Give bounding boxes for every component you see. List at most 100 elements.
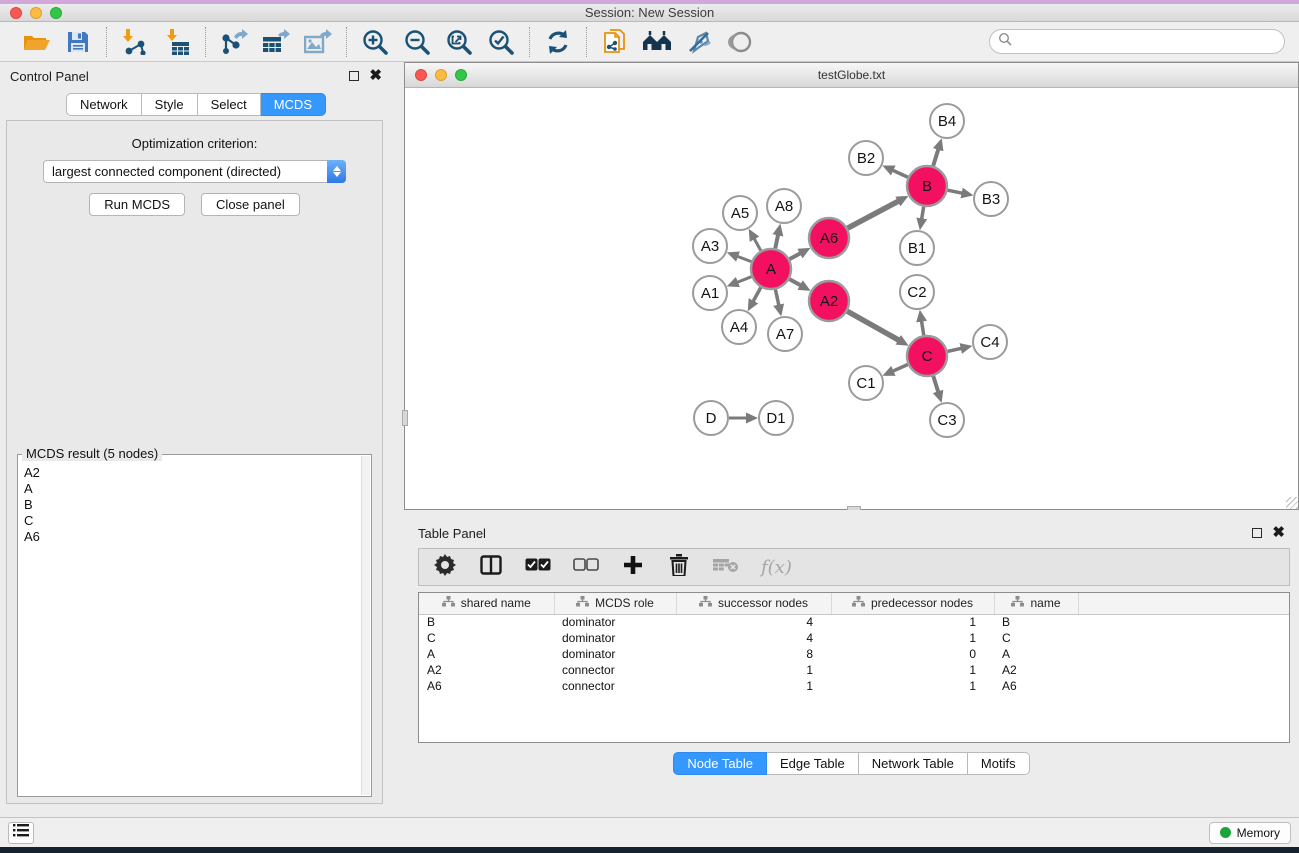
graph-edge-A6-B[interactable] [848, 201, 900, 229]
column-header-name[interactable]: name [994, 593, 1078, 614]
graph-node-C[interactable]: C [907, 336, 947, 376]
column-header-MCDS-role[interactable]: MCDS role [554, 593, 676, 614]
save-session-button[interactable] [60, 25, 96, 59]
graph-edge-A-A6[interactable] [790, 253, 802, 259]
graph-node-D[interactable]: D [694, 401, 728, 435]
table-row[interactable]: Bdominator41B [419, 614, 1289, 630]
panel-divider[interactable] [404, 510, 1299, 520]
graph-node-A3[interactable]: A3 [693, 229, 727, 263]
graph-edge-A-A2[interactable] [789, 279, 801, 286]
graph-edge-A2-C[interactable] [847, 311, 900, 341]
export-network-button[interactable] [216, 25, 252, 59]
delete-columns-button[interactable] [667, 552, 691, 582]
zoom-out-button[interactable] [399, 25, 435, 59]
graph-node-B1[interactable]: B1 [900, 231, 934, 265]
graph-node-D1[interactable]: D1 [759, 401, 793, 435]
graph-node-B[interactable]: B [907, 166, 947, 206]
graph-edge-C-C4[interactable] [947, 348, 962, 351]
graph-node-A8[interactable]: A8 [767, 189, 801, 223]
create-column-button[interactable] [621, 552, 645, 582]
select-all-columns-button[interactable] [525, 552, 551, 582]
close-panel-icon[interactable]: ✖ [369, 71, 382, 81]
network-close-button[interactable] [415, 69, 427, 81]
mcds-result-item[interactable]: A6 [22, 529, 361, 545]
window-edge-handle[interactable] [402, 410, 408, 426]
tab-motifs[interactable]: Motifs [968, 752, 1030, 775]
tab-select[interactable]: Select [198, 93, 261, 116]
table-row[interactable]: A6connector11A6 [419, 678, 1289, 694]
tab-edge-table[interactable]: Edge Table [767, 752, 859, 775]
graph-node-A1[interactable]: A1 [693, 276, 727, 310]
graph-node-A7[interactable]: A7 [768, 317, 802, 351]
import-table-button[interactable] [159, 25, 195, 59]
run-mcds-button[interactable]: Run MCDS [89, 193, 185, 216]
graph-node-C3[interactable]: C3 [930, 403, 964, 437]
close-window-button[interactable] [10, 7, 22, 19]
graph-edge-B-B2[interactable] [891, 170, 907, 178]
float-table-panel-icon[interactable] [1252, 528, 1262, 538]
graph-edge-C-C1[interactable] [892, 364, 908, 371]
graph-edge-A-A1[interactable] [736, 277, 751, 283]
network-canvas[interactable]: A A1 A2 A3 A4 A5 A6 A7 A8 B B1 B2 B3 B4 C C1 C2 C3 C4 D D1 [405, 89, 1298, 509]
first-neighbors-button[interactable] [639, 25, 675, 59]
table-row[interactable]: Adominator80A [419, 646, 1289, 662]
graph-node-A2[interactable]: A2 [809, 281, 849, 321]
mcds-result-item[interactable]: A2 [22, 465, 361, 481]
graph-node-A6[interactable]: A6 [809, 218, 849, 258]
graph-edge-B-B3[interactable] [948, 190, 964, 193]
graph-node-C2[interactable]: C2 [900, 275, 934, 309]
show-graphics-details-button[interactable] [723, 25, 759, 59]
zoom-selected-button[interactable] [483, 25, 519, 59]
show-column-button[interactable] [479, 552, 503, 582]
criterion-dropdown[interactable]: largest connected component (directed) [43, 160, 346, 183]
memory-button[interactable]: Memory [1209, 822, 1291, 844]
graph-node-A5[interactable]: A5 [723, 196, 757, 230]
column-header-predecessor-nodes[interactable]: predecessor nodes [831, 593, 994, 614]
graph-edge-A-A7[interactable] [775, 290, 779, 307]
table-row[interactable]: Cdominator41C [419, 630, 1289, 646]
graph-edge-B-B4[interactable] [933, 148, 939, 166]
graph-node-A4[interactable]: A4 [722, 310, 756, 344]
tab-style[interactable]: Style [142, 93, 198, 116]
show-panels-button[interactable] [8, 822, 34, 844]
new-network-from-selection-button[interactable] [597, 25, 633, 59]
graph-node-B2[interactable]: B2 [849, 141, 883, 175]
zoom-fit-button[interactable] [441, 25, 477, 59]
mcds-result-item[interactable]: C [22, 513, 361, 529]
zoom-window-button[interactable] [50, 7, 62, 19]
network-zoom-button[interactable] [455, 69, 467, 81]
tab-node-table[interactable]: Node Table [673, 752, 767, 775]
close-panel-button[interactable]: Close panel [201, 193, 300, 216]
table-row[interactable]: A2connector11A2 [419, 662, 1289, 678]
tab-mcds[interactable]: MCDS [261, 93, 326, 116]
graph-node-B3[interactable]: B3 [974, 182, 1008, 216]
mcds-result-item[interactable]: A [22, 481, 361, 497]
graph-node-A[interactable]: A [751, 249, 791, 289]
graph-edge-A-A3[interactable] [736, 256, 751, 262]
graph-node-B4[interactable]: B4 [930, 104, 964, 138]
export-table-button[interactable] [258, 25, 294, 59]
unselect-all-columns-button[interactable] [573, 552, 599, 582]
float-panel-icon[interactable] [349, 71, 359, 81]
column-header-successor-nodes[interactable]: successor nodes [676, 593, 831, 614]
annotation-mode-button[interactable] [681, 25, 717, 59]
graph-node-C4[interactable]: C4 [973, 325, 1007, 359]
graph-edge-A-A5[interactable] [754, 237, 761, 250]
export-image-button[interactable] [300, 25, 336, 59]
graph-node-C1[interactable]: C1 [849, 366, 883, 400]
column-header-shared-name[interactable]: shared name [419, 593, 554, 614]
zoom-in-button[interactable] [357, 25, 393, 59]
table-settings-button[interactable] [433, 552, 457, 582]
apply-layout-button[interactable] [540, 25, 576, 59]
minimize-window-button[interactable] [30, 7, 42, 19]
graph-edge-A-A4[interactable] [753, 287, 761, 302]
network-minimize-button[interactable] [435, 69, 447, 81]
window-resize-grip[interactable] [1286, 497, 1298, 509]
graph-edge-A-A8[interactable] [775, 233, 778, 248]
graph-edge-B-B1[interactable] [921, 207, 923, 221]
mcds-list-scrollbar[interactable] [361, 456, 370, 795]
search-input[interactable] [1016, 34, 1276, 49]
graph-edge-C-C2[interactable] [921, 320, 923, 336]
mcds-result-item[interactable]: B [22, 497, 361, 513]
import-network-button[interactable] [117, 25, 153, 59]
